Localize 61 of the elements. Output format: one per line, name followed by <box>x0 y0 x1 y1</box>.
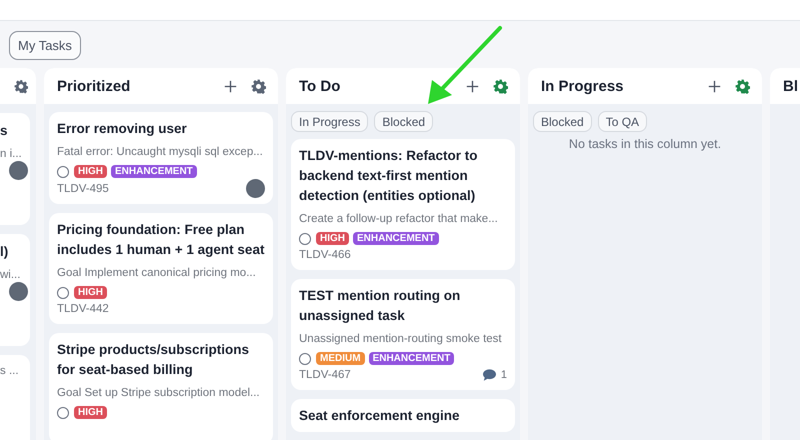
task-title: Stripe products/subscriptions for seat-based billing <box>57 341 250 379</box>
move-to-chip[interactable]: To QA <box>598 111 648 132</box>
task-description: n i... <box>0 148 23 160</box>
task-id: TLDV-495 <box>57 182 109 194</box>
comment-count: 1 <box>500 369 507 381</box>
task-title: Error removing user <box>57 120 188 138</box>
column-title: To Do <box>299 78 340 94</box>
complete-checkbox[interactable] <box>57 286 69 298</box>
move-to-chip[interactable]: Blocked <box>533 111 592 132</box>
empty-column-text: No tasks in this column yet. <box>568 137 722 151</box>
task-card[interactable]: Error removing user Fatal error: Uncaught mysqli sql excep... HIGH ENHANCEMENT TLDV-495 <box>49 112 273 204</box>
priority-tag: MEDIUM <box>316 352 365 365</box>
complete-checkbox[interactable] <box>299 232 311 244</box>
task-description: Create a follow-up refactor that make... <box>299 213 499 225</box>
add-icon[interactable] <box>708 80 721 92</box>
priority-tag: HIGH <box>316 232 349 245</box>
task-card[interactable]: Stripe products/subscriptions for seat-based billing Goal Set up Stripe subscription model... HIGH <box>49 333 273 440</box>
priority-tag: ENHANCEMENT <box>353 232 439 245</box>
task-card[interactable]: s ... <box>0 355 30 440</box>
my-tasks-filter-button[interactable]: My Tasks <box>9 30 81 60</box>
task-description: wi... <box>0 269 22 281</box>
add-icon[interactable] <box>466 80 479 92</box>
task-title: Pricing foundation: Free plan includes 1 human + 1 agent seat <box>57 221 265 259</box>
task-card[interactable]: TEST mention routing on unassigned task Unassigned mention-routing smoke test MEDIUM ENHANCEMENT TLDV-467 1 <box>291 279 515 390</box>
comment-icon <box>482 369 496 381</box>
complete-checkbox[interactable] <box>57 166 69 178</box>
task-description: Fatal error: Uncaught mysqli sql excep... <box>57 146 264 158</box>
add-icon[interactable] <box>224 80 237 92</box>
column-title: Prioritized <box>57 78 130 94</box>
task-title: TLDV-mentions: Refactor to backend text-first mention detection (entities optional) <box>299 147 479 205</box>
task-id: TLDV-466 <box>299 249 351 261</box>
priority-tag: ENHANCEMENT <box>368 352 454 365</box>
column-title: Bl <box>783 78 798 94</box>
task-card[interactable]: l) wi... <box>0 234 30 346</box>
task-title: s <box>0 122 9 140</box>
priority-tag: HIGH <box>74 165 107 178</box>
settings-icon[interactable] <box>493 78 508 94</box>
task-card[interactable]: Pricing foundation: Free plan includes 1 human + 1 agent seat Goal Implement canonical pricing mo... HIGH TLDV-442 <box>49 213 273 324</box>
task-title: TEST mention routing on unassigned task <box>299 287 462 325</box>
complete-checkbox[interactable] <box>57 406 69 418</box>
column-title: In Progress <box>541 78 624 94</box>
task-title: l) <box>0 243 10 261</box>
task-card[interactable]: Seat enforcement engine <box>291 399 515 432</box>
complete-checkbox[interactable] <box>299 352 311 364</box>
task-card[interactable]: s n i... <box>0 113 30 225</box>
task-description: Goal Implement canonical pricing mo... <box>57 267 257 279</box>
priority-tag: HIGH <box>74 406 107 419</box>
task-description: s ... <box>0 365 20 377</box>
priority-tag: ENHANCEMENT <box>111 165 197 178</box>
task-title: Seat enforcement engine <box>299 407 461 425</box>
task-id: TLDV-467 <box>299 369 351 381</box>
task-description: Goal Set up Stripe subscription model... <box>57 387 261 399</box>
settings-icon[interactable] <box>14 78 28 94</box>
priority-tag: HIGH <box>74 286 107 299</box>
settings-icon[interactable] <box>251 78 266 94</box>
task-card[interactable]: TLDV-mentions: Refactor to backend text-first mention detection (entities optional) Create a follow-up refactor that make... HIGH ENHANCEMENT TLDV-466 <box>291 139 515 270</box>
settings-icon[interactable] <box>735 78 750 94</box>
task-id: TLDV-442 <box>57 303 109 315</box>
task-description: Unassigned mention-routing smoke test <box>299 333 503 345</box>
move-to-chip[interactable]: In Progress <box>291 111 368 132</box>
move-to-chip[interactable]: Blocked <box>374 111 434 132</box>
